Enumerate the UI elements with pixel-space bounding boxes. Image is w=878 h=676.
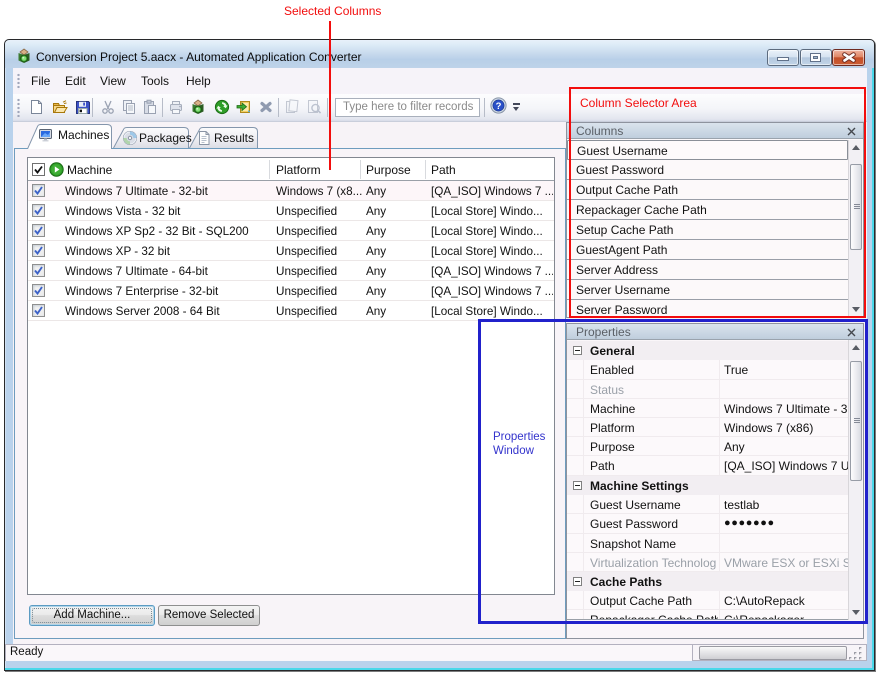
svg-text:?: ? — [496, 101, 502, 112]
